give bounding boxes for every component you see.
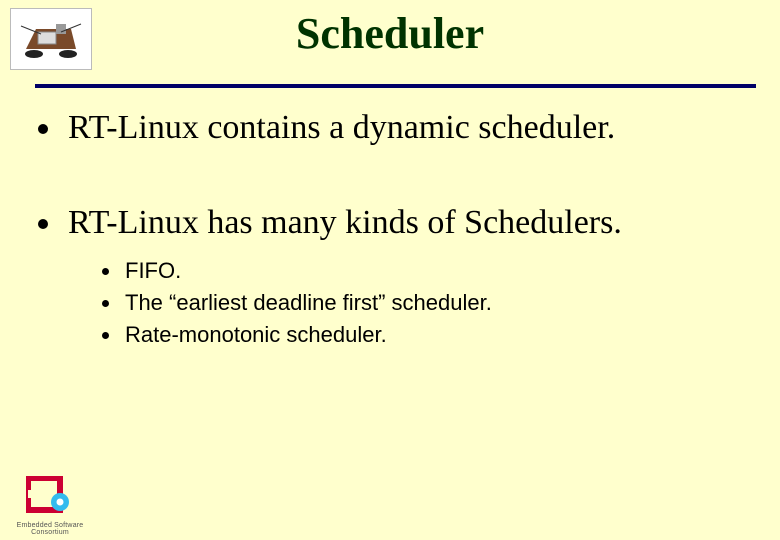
bullet-level2: The “earliest deadline first” scheduler.: [102, 290, 750, 316]
consortium-logo-icon: [26, 476, 74, 516]
slide-content: RT-Linux contains a dynamic scheduler. R…: [38, 108, 750, 354]
bullet-level2: FIFO.: [102, 258, 750, 284]
bullet-text: RT-Linux has many kinds of Schedulers.: [68, 203, 622, 242]
bullet-level1: RT-Linux has many kinds of Schedulers.: [38, 203, 750, 242]
bullet-dot-icon: [102, 300, 109, 307]
footer-logo: Embedded Software Consortium: [2, 476, 98, 536]
title-underline: [35, 84, 756, 88]
bullet-level2: Rate-monotonic scheduler.: [102, 322, 750, 348]
slide-title: Scheduler: [0, 8, 780, 59]
bullet-level1: RT-Linux contains a dynamic scheduler.: [38, 108, 750, 147]
bullet-dot-icon: [102, 332, 109, 339]
bullet-text: RT-Linux contains a dynamic scheduler.: [68, 108, 615, 147]
bullet-text: FIFO.: [125, 258, 181, 284]
slide: Scheduler RT-Linux contains a dynamic sc…: [0, 0, 780, 540]
bullet-text: Rate-monotonic scheduler.: [125, 322, 387, 348]
sub-bullet-group: FIFO. The “earliest deadline first” sche…: [102, 258, 750, 348]
footer-logo-text: Embedded Software Consortium: [2, 522, 98, 536]
bullet-dot-icon: [38, 219, 48, 229]
bullet-dot-icon: [38, 124, 48, 134]
bullet-text: The “earliest deadline first” scheduler.: [125, 290, 492, 316]
bullet-dot-icon: [102, 268, 109, 275]
